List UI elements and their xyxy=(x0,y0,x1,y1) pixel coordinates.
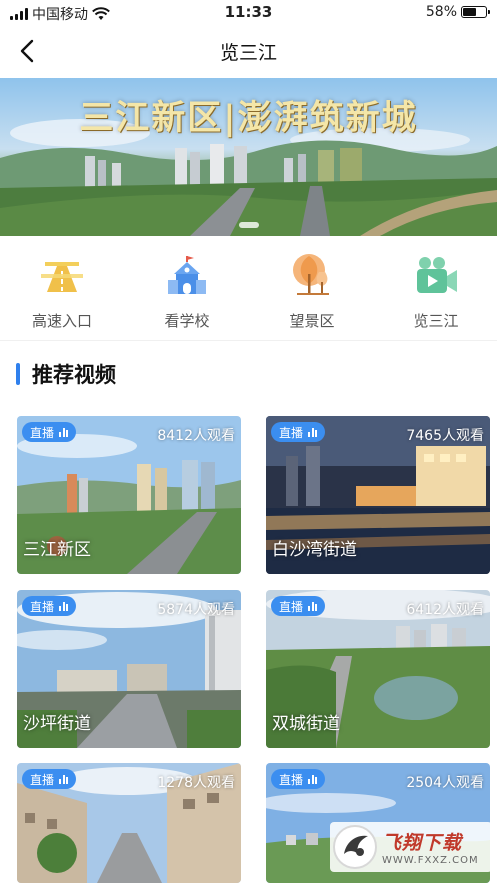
banner-carousel[interactable]: 三江新区|澎湃筑新城 xyxy=(0,78,497,236)
video-card[interactable]: 直播 1278人观看 xyxy=(17,763,241,883)
live-badge: 直播 xyxy=(271,769,326,789)
live-badge: 直播 xyxy=(22,596,77,616)
watermark-logo-icon xyxy=(333,825,377,869)
highway-icon xyxy=(41,262,83,292)
live-bars-icon xyxy=(308,427,318,437)
live-badge: 直播 xyxy=(271,596,326,616)
status-time: 11:33 xyxy=(224,3,273,21)
video-title: 沙坪街道 xyxy=(23,714,91,734)
divider xyxy=(0,340,497,341)
live-badge-label: 直播 xyxy=(279,425,304,440)
view-count: 5874人观看 xyxy=(157,602,235,618)
banner-title: 三江新区|澎湃筑新城 xyxy=(79,98,418,138)
video-title: 双城街道 xyxy=(272,714,340,734)
nav-bar: 览三江 xyxy=(0,26,497,76)
live-badge: 直播 xyxy=(22,422,77,442)
section-header: 推荐视频 xyxy=(16,360,116,388)
tree-icon xyxy=(293,254,329,295)
video-title: 白沙湾街道 xyxy=(272,540,357,560)
video-card[interactable]: 直播 5874人观看 沙坪街道 xyxy=(17,590,241,748)
carousel-indicator xyxy=(239,222,259,228)
battery-icon xyxy=(461,6,490,18)
live-bars-icon xyxy=(59,427,69,437)
section-accent-bar xyxy=(16,363,20,385)
shortcut-scenic-area[interactable]: 望景区 xyxy=(262,252,362,331)
page-title: 览三江 xyxy=(219,42,277,64)
live-badge-label: 直播 xyxy=(279,599,304,614)
live-badge-label: 直播 xyxy=(30,772,55,787)
shortcut-grid: 高速入口 看学校 望景区 览三江 xyxy=(0,236,497,340)
view-count: 7465人观看 xyxy=(406,428,484,444)
video-camera-icon xyxy=(417,257,457,293)
shortcut-view-sanjiang[interactable]: 览三江 xyxy=(386,252,486,331)
live-bars-icon xyxy=(308,774,318,784)
shortcut-schools[interactable]: 看学校 xyxy=(137,252,237,331)
live-bars-icon xyxy=(308,601,318,611)
watermark-url: WWW.FXXZ.COM xyxy=(382,855,479,866)
watermark-text: 飞翔下载 WWW.FXXZ.COM xyxy=(382,828,479,866)
shortcut-highway-entrance[interactable]: 高速入口 xyxy=(12,252,112,331)
live-bars-icon xyxy=(59,774,69,784)
video-card[interactable]: 直播 6412人观看 双城街道 xyxy=(266,590,490,748)
watermark-main: 飞翔下载 xyxy=(382,832,463,854)
shortcut-label: 看学校 xyxy=(164,312,210,330)
view-count: 6412人观看 xyxy=(406,602,484,618)
shortcut-label: 望景区 xyxy=(289,312,335,330)
view-count: 2504人观看 xyxy=(406,775,484,791)
watermark: 飞翔下载 WWW.FXXZ.COM xyxy=(330,822,492,872)
shortcut-label: 高速入口 xyxy=(31,312,92,330)
battery-percent: 58% xyxy=(425,4,457,20)
view-count: 8412人观看 xyxy=(157,428,235,444)
school-icon xyxy=(168,256,206,294)
video-card[interactable]: 直播 7465人观看 白沙湾街道 xyxy=(266,416,490,574)
view-count: 1278人观看 xyxy=(157,775,235,791)
video-card[interactable]: 直播 8412人观看 三江新区 xyxy=(17,416,241,574)
live-badge: 直播 xyxy=(22,769,77,789)
video-title: 三江新区 xyxy=(23,540,91,560)
section-title: 推荐视频 xyxy=(32,363,116,387)
shortcut-label: 览三江 xyxy=(413,312,459,330)
status-bar: 中国移动 11:33 58% xyxy=(0,0,497,26)
status-right: 58% xyxy=(425,4,490,20)
live-badge-label: 直播 xyxy=(279,772,304,787)
live-badge-label: 直播 xyxy=(30,599,55,614)
live-bars-icon xyxy=(59,601,69,611)
live-badge-label: 直播 xyxy=(30,425,55,440)
live-badge: 直播 xyxy=(271,422,326,442)
